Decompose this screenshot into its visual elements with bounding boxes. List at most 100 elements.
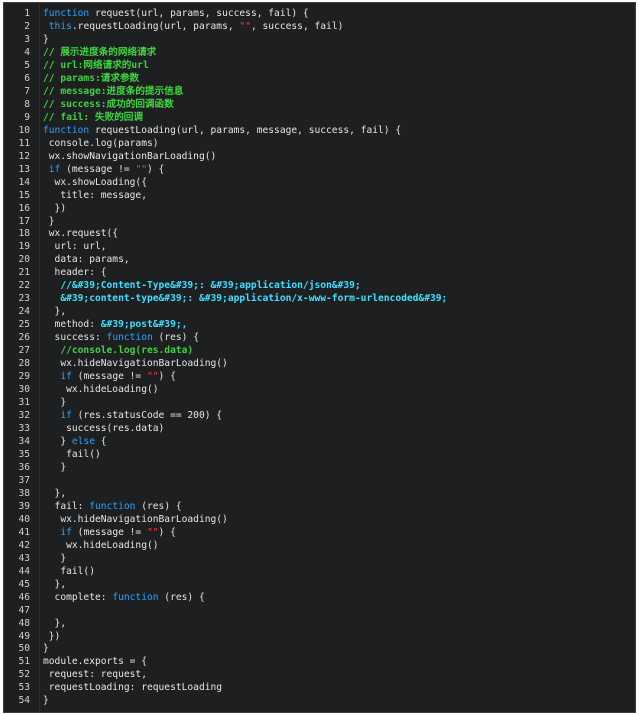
code-line: 48 }, [4, 618, 635, 631]
line-number: 44 [18, 565, 30, 577]
line-number: 18 [18, 228, 30, 240]
code-token: } [43, 397, 67, 409]
line-number: 54 [18, 695, 30, 707]
code-line: 14 wx.showLoading({ [4, 177, 635, 190]
code-token: console.log(params) [43, 137, 159, 149]
code-token: request: request, [43, 669, 147, 681]
line-number: 42 [18, 539, 30, 551]
code-line: 49 }) [4, 631, 635, 644]
code-token: wx.hideNavigationBarLoading() [43, 513, 228, 525]
code-token: (res) { [158, 591, 205, 603]
code-token: success: [43, 332, 107, 344]
code-text: fail() [43, 449, 101, 462]
code-text: function requestLoading(url, params, mes… [43, 125, 401, 138]
line-number: 33 [18, 423, 30, 434]
code-text: if (res.statusCode == 200) { [43, 410, 222, 423]
code-line: 21 header: { [4, 267, 635, 280]
code-token: function [43, 124, 90, 136]
code-text: wx.showNavigationBarLoading() [43, 150, 217, 164]
code-line: 22 //&#39;Content-Type&#39;: &#39;applic… [4, 280, 635, 293]
line-number: 22 [18, 280, 30, 292]
code-token: if [60, 410, 72, 422]
code-line: 32 if (res.statusCode == 200) { [4, 410, 635, 423]
code-line: 34 } else { [4, 436, 635, 449]
code-line: 31 } [4, 397, 635, 410]
code-token: } [43, 552, 67, 564]
code-token: function [106, 332, 153, 344]
code-token: this [48, 20, 72, 32]
code-token: header: { [43, 267, 107, 279]
code-line: 24 }, [4, 306, 635, 319]
code-token: // params:请求参数 [43, 72, 140, 84]
code-line: 15 title: message, [4, 190, 635, 203]
code-token: "" [135, 163, 147, 175]
code-token: // url:网络请求的url [43, 59, 149, 71]
line-number: 53 [18, 682, 30, 694]
code-text: } [43, 643, 49, 656]
code-line: 17 } [4, 216, 635, 229]
code-line: 50} [4, 643, 635, 656]
code-token: title: message, [43, 189, 147, 201]
code-line: 26 success: function (res) { [4, 332, 635, 345]
code-text: } [43, 462, 66, 475]
code-token: wx.hideLoading() [43, 539, 159, 551]
code-token: function [43, 8, 90, 19]
code-text: }, [43, 488, 67, 501]
code-text: wx.hideLoading() [43, 539, 159, 553]
code-text: // message:进度条的提示信息 [43, 86, 183, 99]
code-line: 35 fail() [4, 449, 635, 462]
code-line: 8 // success:成功的回调函数 [4, 99, 635, 112]
code-token: //console.log(res.data) [60, 345, 194, 357]
code-token: // success:成功的回调函数 [43, 98, 174, 110]
line-number: 39 [18, 500, 30, 512]
code-token: // 展示进度条的网络请求 [43, 46, 157, 58]
code-text: // 展示进度条的网络请求 [43, 47, 156, 60]
code-token: ) { [147, 163, 165, 175]
code-token: (message != [71, 371, 147, 383]
line-number: 47 [18, 604, 30, 616]
code-line: 13 if (message != "") { [4, 164, 635, 177]
code-text: // params:请求参数 [43, 73, 139, 86]
code-token: }) [43, 202, 67, 214]
code-token: &#39;post&#39;, [100, 319, 188, 331]
line-number: 52 [18, 669, 30, 681]
code-token: wx.request({ [43, 228, 119, 240]
code-editor[interactable]: 1 function request(url, params, success, … [3, 2, 636, 713]
line-number: 40 [18, 513, 30, 525]
code-token: request(url, params, success, fail) { [89, 8, 309, 19]
code-line: 23 &#39;content-type&#39;: &#39;applicat… [4, 293, 635, 306]
line-number: 8 [24, 98, 30, 110]
code-text: wx.hideNavigationBarLoading() [43, 358, 228, 371]
code-token: } [43, 643, 49, 655]
code-token: } [43, 695, 49, 707]
code-line: 10 function requestLoading(url, params, m… [4, 125, 635, 138]
code-text: if (message != "") { [43, 527, 176, 540]
line-number: 2 [24, 20, 30, 32]
line-number: 12 [18, 150, 30, 162]
code-line: 54} [4, 695, 635, 708]
line-number: 49 [18, 630, 30, 642]
code-line: 30 wx.hideLoading() [4, 384, 635, 397]
code-text: url: url, [43, 241, 107, 254]
code-line: 33 success(res.data) [4, 423, 635, 436]
code-text: console.log(params) [43, 138, 159, 151]
code-token: }) [43, 630, 61, 642]
line-number: 6 [24, 72, 30, 84]
code-text: }) [43, 202, 67, 216]
code-line: 47 [4, 605, 635, 618]
code-token: wx.showNavigationBarLoading() [43, 150, 217, 162]
line-number: 45 [18, 578, 30, 590]
code-line: 41 if (message != "") { [4, 527, 635, 540]
code-token: requestLoading: requestLoading [43, 682, 223, 694]
code-line: 18 wx.request({ [4, 228, 635, 241]
line-number: 28 [18, 358, 30, 370]
code-text: } else { [43, 436, 106, 449]
code-token: ) { [158, 526, 176, 538]
code-token: data: params, [43, 254, 130, 266]
line-number: 11 [18, 137, 30, 149]
code-line: 3} [4, 34, 635, 47]
code-text: //console.log(res.data) [43, 345, 193, 358]
